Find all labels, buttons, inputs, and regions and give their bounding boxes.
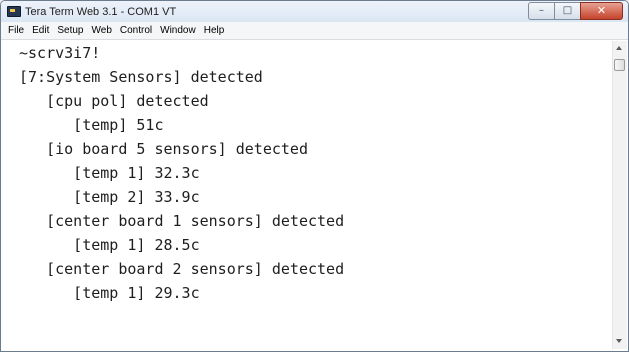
arrow-up-icon[interactable]	[616, 46, 622, 50]
menu-setup[interactable]: Setup	[53, 25, 87, 36]
caption-buttons: – □ ✕	[528, 2, 623, 20]
terminal-line: [center board 1 sensors] detected	[19, 212, 345, 230]
menu-help[interactable]: Help	[200, 25, 229, 36]
menu-file[interactable]: File	[4, 25, 28, 36]
minimize-button[interactable]: –	[528, 2, 554, 20]
terminal-output[interactable]: ~scrv3i7! [7:System Sensors] detected [c…	[19, 41, 607, 346]
terminal-line: [center board 2 sensors] detected	[19, 260, 345, 278]
window-title: Tera Term Web 3.1 - COM1 VT	[25, 5, 177, 18]
terminal-line: ~scrv3i7!	[19, 44, 101, 62]
terminal-line: [temp 1] 29.3c	[19, 284, 200, 302]
terminal-line: [cpu pol] detected	[19, 92, 209, 110]
terminal-line: [temp] 51c	[19, 116, 164, 134]
terminal-line: [io board 5 sensors] detected	[19, 140, 308, 158]
menu-web[interactable]: Web	[88, 25, 116, 36]
terminal-line: [temp 1] 28.5c	[19, 236, 200, 254]
terminal-line: [temp 2] 33.9c	[19, 188, 200, 206]
menu-edit[interactable]: Edit	[28, 25, 53, 36]
vertical-scrollbar[interactable]	[612, 41, 627, 349]
menu-bar: File Edit Setup Web Control Window Help	[1, 22, 628, 40]
terminal-line: [7:System Sensors] detected	[19, 68, 263, 86]
maximize-button[interactable]: □	[554, 2, 580, 20]
tera-term-icon[interactable]	[7, 6, 21, 17]
close-button[interactable]: ✕	[580, 2, 623, 20]
menu-window[interactable]: Window	[156, 25, 200, 36]
menu-control[interactable]: Control	[116, 25, 156, 36]
title-bar[interactable]: Tera Term Web 3.1 - COM1 VT – □ ✕	[1, 1, 628, 22]
scroll-thumb[interactable]	[614, 59, 625, 71]
app-window: Tera Term Web 3.1 - COM1 VT – □ ✕ File E…	[0, 0, 629, 352]
terminal-line: [temp 1] 32.3c	[19, 164, 200, 182]
arrow-down-icon[interactable]	[616, 339, 622, 343]
